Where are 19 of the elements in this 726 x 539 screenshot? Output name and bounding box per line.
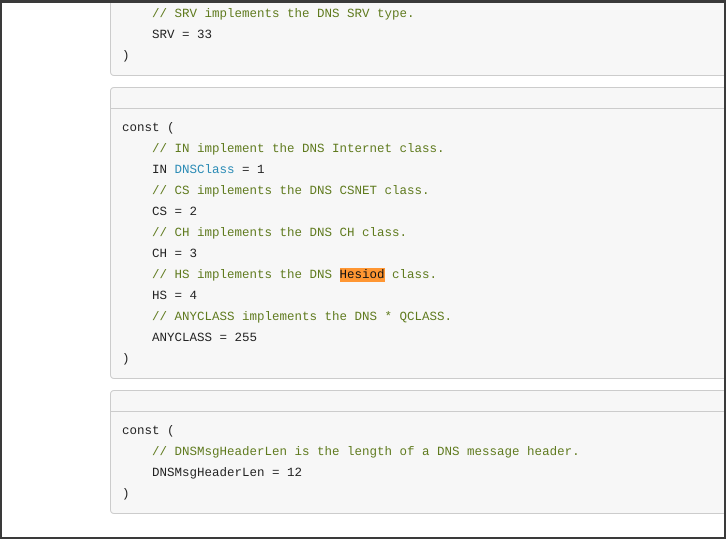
code-line: CS = 2	[151, 204, 198, 221]
code-line: // ANYCLASS implements the DNS * QCLASS.	[151, 309, 452, 326]
code-line: SRV = 33	[151, 27, 212, 44]
code-line: const (	[122, 120, 175, 137]
code-line: )	[122, 48, 130, 65]
code-line: // HS implements the DNS Hesiod class.	[151, 267, 438, 284]
code-line: HS = 4	[151, 288, 198, 305]
code-line: // SRV implements the DNS SRV type.	[151, 6, 415, 23]
code-line: )	[122, 486, 130, 503]
code-line: const (	[122, 423, 175, 440]
code-line: CH = 3	[151, 246, 198, 263]
code-line: // CH implements the DNS CH class.	[151, 225, 408, 242]
code-line: ANYCLASS = 255	[151, 330, 258, 347]
code-line: DNSMsgHeaderLen = 12	[151, 465, 302, 482]
code-line: // IN implement the DNS Internet class.	[151, 141, 445, 158]
code-line: // CS implements the DNS CSNET class.	[151, 183, 430, 200]
code-line: IN DNSClass = 1	[151, 162, 265, 179]
code-line: )	[122, 351, 130, 368]
code-line: // DNSMsgHeaderLen is the length of a DNS message header.	[151, 444, 580, 461]
